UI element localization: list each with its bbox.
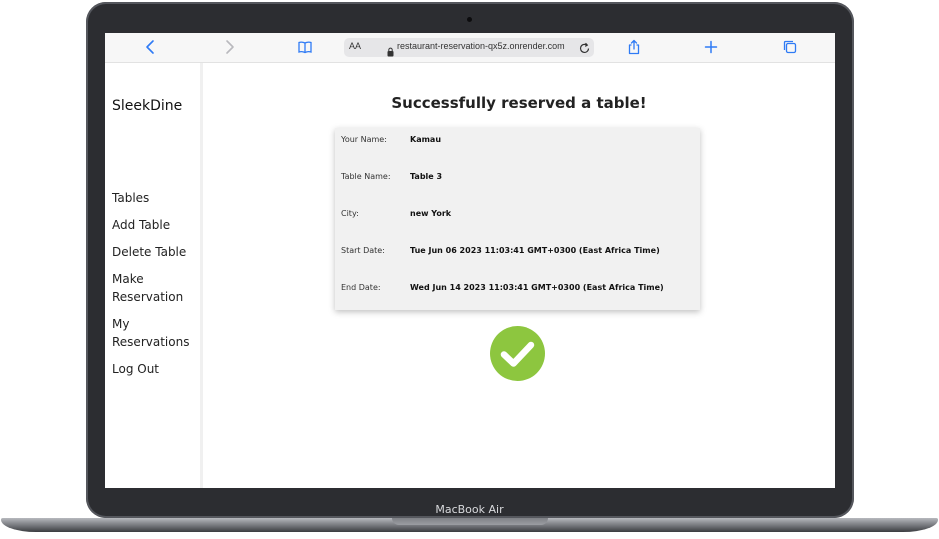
- back-icon[interactable]: [143, 39, 159, 55]
- detail-value: Tue Jun 06 2023 11:03:41 GMT+0300 (East …: [410, 246, 660, 255]
- main-content: Successfully reserved a table! Your Name…: [203, 63, 835, 488]
- sidebar-item-add-table[interactable]: Add Table: [112, 216, 198, 234]
- share-icon[interactable]: [626, 39, 642, 55]
- forward-icon[interactable]: [221, 39, 237, 55]
- lock-icon: [387, 42, 394, 61]
- address-bar[interactable]: AA restaurant-reservation-qx5z.onrender.…: [344, 38, 594, 57]
- screen: AA restaurant-reservation-qx5z.onrender.…: [105, 33, 835, 488]
- sidebar-item-delete-table[interactable]: Delete Table: [112, 243, 198, 261]
- new-tab-icon[interactable]: [703, 39, 719, 55]
- sidebar: SleekDine Tables Add Table Delete Table …: [105, 63, 203, 488]
- url-text[interactable]: restaurant-reservation-qx5z.onrender.com: [397, 41, 565, 51]
- reload-icon[interactable]: [578, 40, 591, 59]
- webcam: [467, 17, 472, 22]
- detail-label: End Date:: [341, 283, 381, 292]
- bookmarks-icon[interactable]: [297, 39, 313, 55]
- browser-toolbar: AA restaurant-reservation-qx5z.onrender.…: [105, 33, 835, 63]
- sidebar-item-make-reservation[interactable]: Make Reservation: [112, 270, 198, 306]
- sidebar-item-log-out[interactable]: Log Out: [112, 360, 198, 378]
- detail-label: Your Name:: [341, 135, 387, 144]
- detail-label: Table Name:: [341, 172, 391, 181]
- detail-value: Wed Jun 14 2023 11:03:41 GMT+0300 (East …: [410, 283, 664, 292]
- detail-value: Kamau: [410, 135, 442, 144]
- detail-label: Start Date:: [341, 246, 385, 255]
- sidebar-item-my-reservations[interactable]: My Reservations: [112, 315, 198, 351]
- sidebar-nav: Tables Add Table Delete Table Make Reser…: [112, 189, 198, 387]
- device-label: MacBook Air: [435, 503, 504, 516]
- detail-value: new York: [410, 209, 452, 218]
- text-size-button[interactable]: AA: [349, 41, 361, 51]
- detail-label: City:: [341, 209, 359, 218]
- sidebar-item-tables[interactable]: Tables: [112, 189, 198, 207]
- brand-logo[interactable]: SleekDine: [112, 98, 182, 114]
- detail-value: Table 3: [410, 172, 443, 181]
- success-check-icon: [490, 326, 545, 381]
- reservation-details-card: Your Name: Kamau Table Name: Table 3 Cit…: [335, 128, 700, 310]
- page-title: Successfully reserved a table!: [391, 94, 647, 112]
- laptop-notch: [392, 518, 548, 525]
- tabs-icon[interactable]: [782, 39, 798, 55]
